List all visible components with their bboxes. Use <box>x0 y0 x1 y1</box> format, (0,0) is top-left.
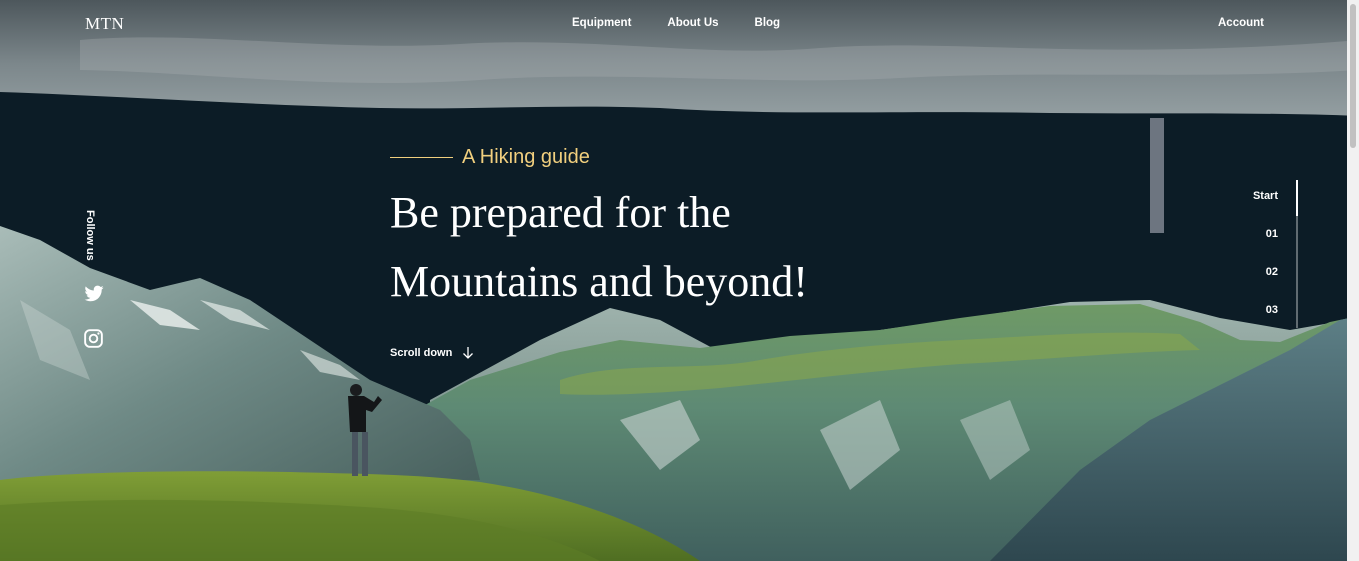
eyebrow-rule <box>390 157 453 158</box>
nav-blog-link[interactable]: Blog <box>755 17 781 29</box>
section-item-start[interactable]: Start <box>1253 190 1278 202</box>
section-item-02[interactable]: 02 <box>1266 266 1278 278</box>
headline-line-1: Be prepared for the <box>390 188 731 237</box>
progress-indicator <box>1150 118 1164 233</box>
scroll-down-label: Scroll down <box>390 347 453 359</box>
nav-about-us-link[interactable]: About Us <box>667 17 718 29</box>
hero-headline: Be prepared for the Mountains and beyond… <box>390 178 910 316</box>
nav-equipment-link[interactable]: Equipment <box>572 17 631 29</box>
instagram-icon[interactable] <box>84 329 104 349</box>
account-link[interactable]: Account <box>1218 17 1264 29</box>
section-item-01[interactable]: 01 <box>1266 228 1278 240</box>
section-nav: Start 01 02 03 <box>1230 180 1298 328</box>
hero-eyebrow: A Hiking guide <box>390 146 590 169</box>
eyebrow-text: A Hiking guide <box>462 146 590 168</box>
headline-line-2: Mountains and beyond! <box>390 257 808 306</box>
section-active-bar <box>1296 180 1298 216</box>
arrow-down-icon <box>463 347 474 359</box>
section-item-03[interactable]: 03 <box>1266 304 1278 316</box>
page-scrollbar[interactable] <box>1347 0 1359 561</box>
scroll-down-button[interactable]: Scroll down <box>390 346 474 360</box>
twitter-icon[interactable] <box>84 285 104 305</box>
scrollbar-thumb[interactable] <box>1350 4 1356 148</box>
main-nav: Equipment About Us Blog <box>572 17 780 29</box>
follow-us-label: Follow us <box>84 210 96 261</box>
site-logo[interactable]: MTN <box>85 14 124 34</box>
